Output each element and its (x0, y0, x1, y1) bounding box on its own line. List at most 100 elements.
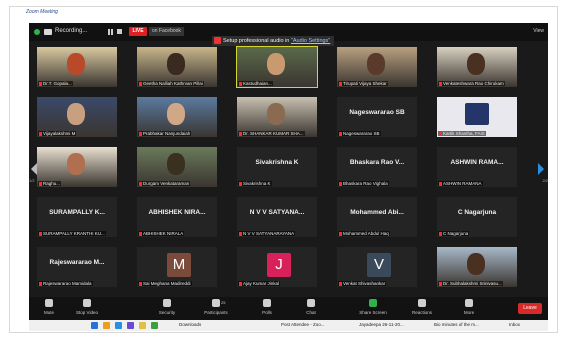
start-icon[interactable] (91, 322, 98, 329)
participant-tile[interactable]: ABHISHEK NIRA... ABHISHEK NIRALA (137, 197, 217, 237)
more-icon (465, 299, 473, 307)
participant-tile[interactable]: ASHWIN RAMA... ASHWIN RAMANA (437, 147, 517, 187)
audio-settings-link[interactable]: "Audio Settings" (291, 38, 330, 44)
participant-tile[interactable]: Rajeswararao M... Rajeswararao Mamidala (37, 247, 117, 287)
recording-icon (44, 29, 52, 35)
muted-mic-icon (139, 281, 142, 286)
participant-tile[interactable]: Kartik Shantha, FAIS (437, 97, 517, 137)
participant-tile[interactable]: Bhaskara Rao V... Bhaskara Rao Vighala (337, 147, 417, 187)
participant-tile[interactable]: Raghu... (37, 147, 117, 187)
view-button[interactable]: View (533, 28, 544, 34)
connection-status-icon[interactable] (34, 29, 40, 35)
participant-tile[interactable]: Tirupati Vijaya Shekar (337, 47, 417, 87)
participant-name: Bhaskara Rao Vighala (343, 181, 388, 186)
chat-icon (307, 299, 315, 307)
pause-recording-icon[interactable] (108, 29, 113, 35)
taskbar-item[interactable]: Downloads (179, 322, 201, 327)
participant-tile[interactable]: Geetha Nalliah Kathrvan Pillai (137, 47, 217, 87)
muted-mic-icon (39, 281, 42, 286)
notice-text: Setup professional audio in (223, 38, 290, 44)
muted-mic-icon (139, 231, 142, 236)
app-icon[interactable] (127, 322, 134, 329)
page-indicator-right: 2/2 (542, 178, 548, 183)
participant-tile[interactable]: Venkateshwara Rao Chirukam (437, 47, 517, 87)
live-target-dropdown[interactable]: on Facebook (149, 27, 184, 36)
participant-name: ASHWIN RAMANA (443, 181, 482, 186)
participant-tile[interactable]: Dr. SHANKAR KUMAR SHA... (237, 97, 317, 137)
participant-name: Durgam Venkataraman (143, 181, 190, 186)
participant-tile[interactable]: Nageswararao SB Nageswararao SB (337, 97, 417, 137)
participant-tile[interactable]: V Venkat Shivashankar (337, 247, 417, 287)
next-page-arrow-icon[interactable] (538, 163, 544, 175)
participant-tile[interactable]: Sivakrishna K Sivakrishna K (237, 147, 317, 187)
muted-mic-icon (439, 181, 442, 186)
muted-mic-icon (139, 131, 142, 136)
audio-settings-notice: Setup professional audio in "Audio Setti… (212, 36, 335, 46)
folder-icon[interactable] (103, 322, 110, 329)
taskbar-item[interactable]: Inbox (509, 322, 520, 327)
muted-mic-icon (339, 131, 342, 136)
participant-tile[interactable]: SURAMPALLY K... SURAMPALLY KRANTHI KU... (37, 197, 117, 237)
participant-name: Rajeswararao Mamidala (43, 281, 92, 286)
chat-button[interactable]: Chat (291, 299, 331, 315)
participant-display-name: Rajeswararao M... (49, 259, 105, 266)
stop-video-button[interactable]: Stop Video (67, 299, 107, 315)
participant-tile[interactable]: Vijayalakshmi M (37, 97, 117, 137)
participant-display-name: ABHISHEK NIRA... (148, 209, 206, 216)
participant-face (467, 53, 485, 75)
share-screen-button[interactable]: Share Screen (353, 299, 393, 315)
participant-name-label: Vijayalakshmi M (38, 131, 77, 136)
stop-recording-icon[interactable] (117, 29, 122, 34)
participant-name: Kastudhaian... (243, 81, 272, 86)
share-screen-icon (369, 299, 377, 307)
more-button[interactable]: More (449, 299, 489, 315)
participant-tile[interactable]: J Ajay Kumar Jinkal (237, 247, 317, 287)
participant-name: Dr. Subhalakshmi Srinivasu... (443, 281, 502, 286)
browser-icon[interactable] (115, 322, 122, 329)
mute-button[interactable]: Mute (29, 299, 69, 315)
taskbar-item[interactable]: Bio minutes of the m... (434, 322, 479, 327)
previous-page-arrow-icon[interactable] (31, 163, 37, 175)
participant-display-name: Bhaskara Rao V... (349, 159, 405, 166)
participants-button[interactable]: Participants 25 (196, 299, 236, 315)
muted-mic-icon (239, 231, 242, 236)
participant-name-label: SURAMPALLY KRANTHI KU... (38, 231, 106, 236)
shield-icon (163, 299, 171, 307)
participant-tile[interactable]: C Nagarjuna C Nagarjuna (437, 197, 517, 237)
participant-name-label: Tirupati Vijaya Shekar (338, 81, 388, 86)
participant-tile[interactable]: Dr.T. Gopala... (37, 47, 117, 87)
participant-name: SURAMPALLY KRANTHI KU... (43, 231, 105, 236)
participant-tile[interactable]: Durgam Venkataraman (137, 147, 217, 187)
participant-name: Geetha Nalliah Kathrvan Pillai (143, 81, 203, 86)
taskbar-item[interactable]: Post Attendee - Zoo... (281, 322, 325, 327)
participant-name-label: Prabhakar Nanjundaiah (138, 131, 192, 136)
participant-display-name: N V V SATYANA... (249, 209, 305, 216)
leave-button[interactable]: Leave (518, 303, 542, 314)
muted-mic-icon (239, 81, 242, 86)
muted-mic-icon (139, 181, 142, 186)
zoom-notice-icon (214, 37, 221, 45)
participant-tile[interactable]: M Sai Meghana Madireddi (137, 247, 217, 287)
toolbar-label: Stop Video (76, 310, 98, 315)
participant-tile[interactable]: Prabhakar Nanjundaiah (137, 97, 217, 137)
polls-icon (263, 299, 271, 307)
participant-tile[interactable]: N V V SATYANA... N V V SATYANARAYANA (237, 197, 317, 237)
security-button[interactable]: Security (147, 299, 187, 315)
participant-face (367, 53, 385, 75)
toolbar-label: Reactions (411, 310, 432, 315)
page-indicator-left: 1/2 (29, 178, 35, 183)
mail-icon[interactable] (139, 322, 146, 329)
muted-mic-icon (439, 231, 442, 236)
taskbar-item[interactable]: Jayadeepa 26-11-20... (359, 322, 404, 327)
reactions-button[interactable]: Reactions (402, 299, 442, 315)
participant-count: 25 (221, 300, 226, 305)
chrome-icon[interactable] (151, 322, 158, 329)
participant-tile[interactable]: Dr. Subhalakshmi Srinivasu... (437, 247, 517, 287)
reactions-icon (418, 299, 426, 307)
participant-tile[interactable]: Kastudhaian... (236, 46, 318, 88)
participant-name-label: Rajeswararao Mamidala (38, 281, 93, 286)
microphone-icon (45, 299, 53, 307)
polls-button[interactable]: Polls (247, 299, 287, 315)
participant-tile[interactable]: Mohammed Abi... Mohammed Abdul Haq (337, 197, 417, 237)
muted-mic-icon (339, 281, 342, 286)
